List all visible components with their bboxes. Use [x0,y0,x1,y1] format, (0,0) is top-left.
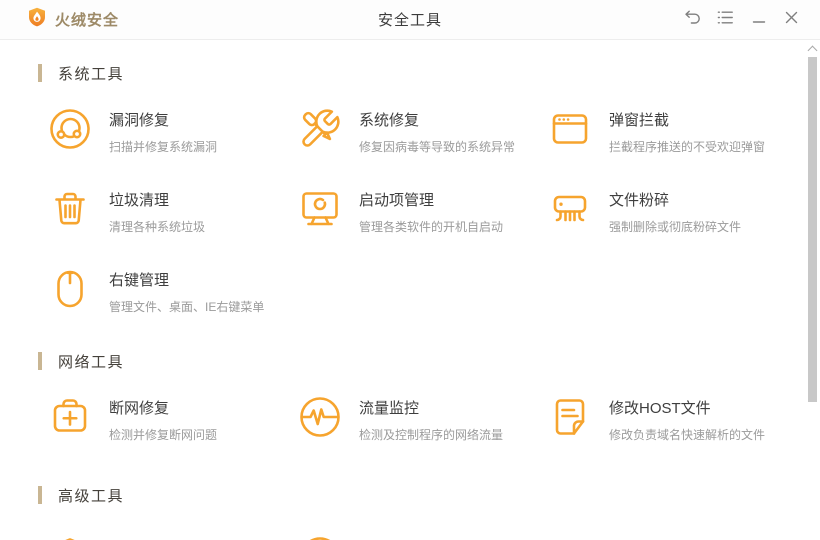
tool-title: 漏洞修复 [109,112,170,129]
tool-startup-manager[interactable]: 启动项管理 管理各类软件的开机自启动 [298,187,548,235]
tool-system-repair[interactable]: 系统修复 修复因病毒等导致的系统异常 [298,107,548,155]
tool-title: 系统修复 [359,112,420,129]
scrollbar-thumb[interactable] [808,57,817,402]
host-file-icon [548,395,592,439]
tool-title: 垃圾清理 [109,192,170,209]
tool-title: 启动项管理 [359,192,435,209]
tool-context-menu-manager[interactable]: 右键管理 管理文件、桌面、IE右键菜单 [48,267,298,315]
brand: 火绒安全 [27,7,119,32]
app-logo-icon [27,7,47,32]
section-header-system: 系统工具 [38,63,820,83]
tool-desc: 检测并修复断网问题 [109,428,218,442]
tool-desc: 检测及控制程序的网络流量 [359,428,504,442]
section-label: 高级工具 [58,487,125,505]
huorong-sword-icon [48,535,92,540]
tool-title: 流量监控 [359,400,420,417]
tool-file-shredder[interactable]: 文件粉碎 强制删除或彻底粉碎文件 [548,187,798,235]
tool-title: 文件粉碎 [609,192,670,209]
titlebar: 火绒安全 安全工具 [0,0,820,40]
window-controls [676,0,808,40]
tool-desc: 管理文件、桌面、IE右键菜单 [109,300,265,314]
scroll-up-arrow-icon[interactable] [808,44,817,53]
context-menu-icon [48,267,92,311]
tool-network-fix[interactable]: 断网修复 检测并修复断网问题 [48,395,298,443]
tools-page: 系统工具 漏洞修复 扫描并修复系统漏洞 系统修复 修复因病毒等导致的系统异常 弹… [0,41,820,540]
tool-desc: 拦截程序推送的不受欢迎弹窗 [609,140,766,154]
section-header-network: 网络工具 [38,351,820,371]
tool-desc: 修复因病毒等导致的系统异常 [359,140,516,154]
tool-title: 断网修复 [109,400,170,417]
tool-desc: 扫描并修复系统漏洞 [109,140,218,154]
tool-desc: 清理各种系统垃圾 [109,220,206,234]
section-bar [38,352,42,370]
minimize-button[interactable] [742,0,775,40]
vulnerability-fix-icon [48,107,92,151]
back-button[interactable] [676,0,709,40]
close-button[interactable] [775,0,808,40]
system-repair-icon [298,107,342,151]
special-kill-icon [298,535,342,540]
tool-popup-blocker[interactable]: 弹窗拦截 拦截程序推送的不受欢迎弹窗 [548,107,798,155]
traffic-monitor-icon [298,395,342,439]
menu-button[interactable] [709,0,742,40]
tool-desc: 管理各类软件的开机自启动 [359,220,504,234]
tool-traffic-monitor[interactable]: 流量监控 检测及控制程序的网络流量 [298,395,548,443]
app-name: 火绒安全 [55,12,120,29]
close-icon [785,11,798,29]
startup-manager-icon [298,187,342,231]
tool-desc: 修改负责域名快速解析的文件 [609,428,766,442]
tool-huorong-sword[interactable]: 火绒剑 [48,535,298,540]
minimize-icon [752,11,766,30]
back-icon [684,10,701,30]
junk-clean-icon [48,187,92,231]
tool-title: 修改HOST文件 [609,400,711,417]
menu-icon [717,10,734,30]
tool-special-kill[interactable]: 专杀工具 [298,535,548,540]
popup-blocker-icon [548,107,592,151]
tool-host-file[interactable]: 修改HOST文件 修改负责域名快速解析的文件 [548,395,798,443]
network-fix-icon [48,395,92,439]
tool-title: 右键管理 [109,272,170,289]
tool-vulnerability-fix[interactable]: 漏洞修复 扫描并修复系统漏洞 [48,107,298,155]
section-bar [38,486,42,504]
section-label: 网络工具 [58,353,125,371]
network-tools-grid: 断网修复 检测并修复断网问题 流量监控 检测及控制程序的网络流量 修改HOST文… [48,395,820,443]
section-header-advanced: 高级工具 [38,485,820,505]
advanced-tools-grid: 火绒剑 专杀工具 [48,535,820,540]
tool-junk-clean[interactable]: 垃圾清理 清理各种系统垃圾 [48,187,298,235]
system-tools-grid: 漏洞修复 扫描并修复系统漏洞 系统修复 修复因病毒等导致的系统异常 弹窗拦截 拦… [48,107,820,315]
tool-desc: 强制删除或彻底粉碎文件 [609,220,742,234]
app-window: 火绒安全 安全工具 系统工具 漏洞修复 扫描并修复系统漏洞 系统修复 修复因病毒… [0,0,820,540]
scrollbar [806,42,819,538]
file-shredder-icon [548,187,592,231]
section-bar [38,64,42,82]
section-label: 系统工具 [58,65,125,83]
tool-title: 弹窗拦截 [609,112,670,129]
